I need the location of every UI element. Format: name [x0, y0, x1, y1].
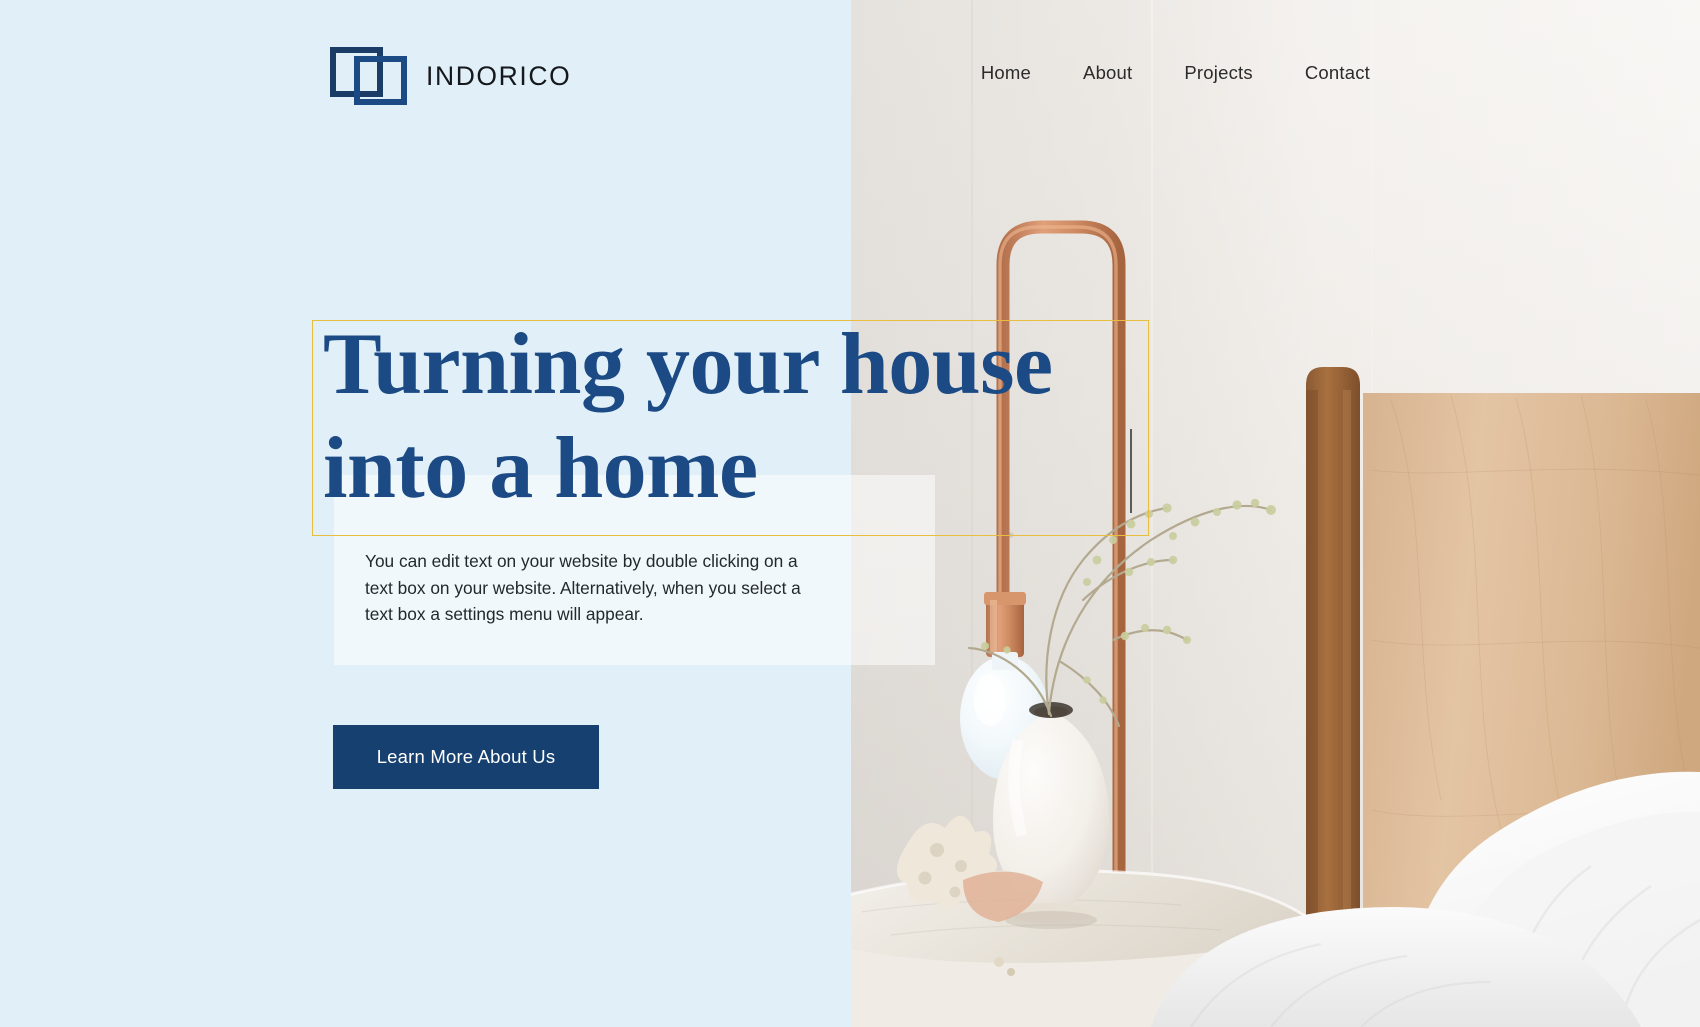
hero-paragraph[interactable]: You can edit text on your website by dou… [365, 548, 825, 628]
hero-heading[interactable]: Turning your house into a home [323, 313, 1143, 521]
hero-section: Turning your house into a home You can e… [0, 0, 1700, 1027]
site-logo[interactable]: INDORICO [330, 47, 571, 105]
nav-item-contact[interactable]: Contact [1305, 62, 1370, 84]
nav-item-home[interactable]: Home [981, 62, 1031, 84]
nav-item-about[interactable]: About [1083, 62, 1132, 84]
text-cursor-caret [1130, 429, 1132, 513]
heading-textbox-selected[interactable]: Turning your house into a home [312, 316, 1149, 536]
website-canvas: INDORICO Home About Projects Contact Tur… [0, 0, 1700, 1027]
overlapping-squares-logo-icon [330, 47, 408, 105]
logo-text: INDORICO [426, 60, 572, 91]
nav-item-projects[interactable]: Projects [1184, 62, 1252, 84]
learn-more-button[interactable]: Learn More About Us [333, 725, 599, 789]
main-navigation: Home About Projects Contact [981, 62, 1370, 84]
site-header: INDORICO Home About Projects Contact [0, 0, 1700, 150]
